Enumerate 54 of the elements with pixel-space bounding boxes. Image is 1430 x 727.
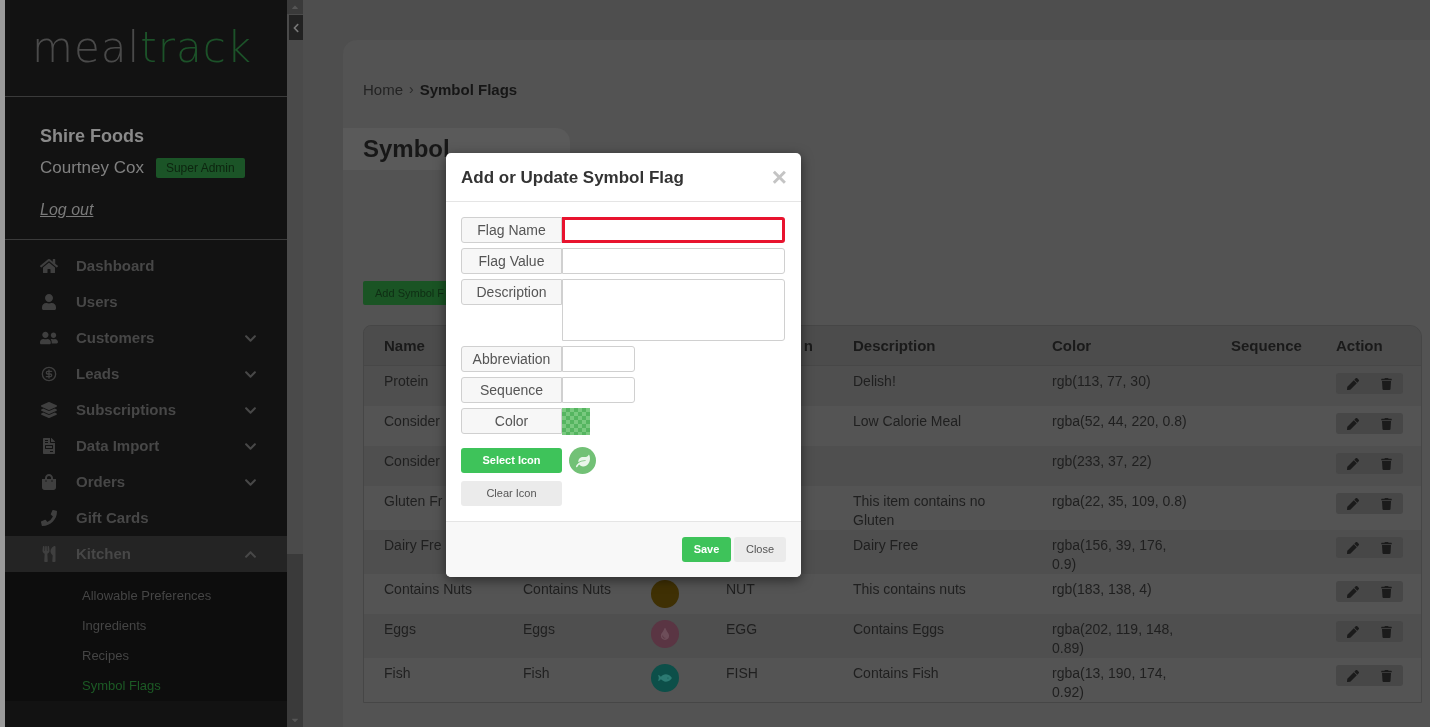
page-title: Symbol	[363, 134, 450, 164]
field-label: Description	[461, 279, 562, 305]
modal-title: Add or Update Symbol Flag	[461, 167, 685, 190]
select-icon-button[interactable]: Select Icon	[461, 448, 562, 473]
edit-icon[interactable]	[1347, 625, 1359, 638]
edit-icon[interactable]	[1347, 669, 1359, 682]
leaf-icon	[569, 447, 596, 474]
edit-icon[interactable]	[1347, 377, 1359, 390]
submenu-item[interactable]: Allowable Preferences	[82, 586, 212, 606]
delete-icon[interactable]	[1381, 417, 1392, 430]
breadcrumb-current: Symbol Flags	[419, 80, 518, 100]
submenu-item[interactable]: Ingredients	[82, 616, 147, 636]
user-icon	[40, 294, 58, 310]
edit-icon[interactable]	[1347, 497, 1359, 510]
layers-icon	[40, 402, 58, 418]
delete-icon[interactable]	[1381, 669, 1392, 682]
close-button[interactable]: Close	[734, 537, 786, 562]
bag-icon	[40, 474, 58, 490]
file-icon	[40, 438, 58, 454]
home-icon	[40, 258, 58, 274]
field-label: Color	[461, 408, 562, 434]
input-field[interactable]	[562, 217, 785, 243]
edit-icon[interactable]	[1347, 541, 1359, 554]
company-name: Shire Foods	[40, 125, 145, 147]
edit-icon[interactable]	[1347, 457, 1359, 470]
submenu-item[interactable]: Recipes	[82, 646, 129, 666]
field-label: Flag Name	[461, 217, 562, 243]
clear-icon-button[interactable]: Clear Icon	[461, 481, 562, 506]
save-button[interactable]: Save	[682, 537, 731, 562]
delete-icon[interactable]	[1381, 541, 1392, 554]
field-label: Sequence	[461, 377, 562, 403]
user-name: Courtney Cox	[40, 157, 144, 179]
edit-icon[interactable]	[1347, 585, 1359, 598]
submenu-item[interactable]: Symbol Flags	[82, 676, 161, 696]
delete-icon[interactable]	[1381, 377, 1392, 390]
edit-icon[interactable]	[1347, 417, 1359, 430]
logo: mealtrack	[32, 27, 253, 69]
delete-icon[interactable]	[1381, 625, 1392, 638]
scrollbar-thumb[interactable]	[287, 14, 303, 554]
collapse-button[interactable]	[289, 15, 303, 40]
chevron-left-icon	[292, 22, 300, 33]
delete-icon[interactable]	[1381, 457, 1392, 470]
delete-icon[interactable]	[1381, 585, 1392, 598]
users-icon	[40, 330, 58, 346]
textarea-field[interactable]	[562, 279, 785, 341]
breadcrumb-separator: ›	[409, 80, 414, 99]
phone-icon	[40, 510, 58, 526]
color-swatch[interactable]	[562, 408, 590, 435]
field-label: Abbreviation	[461, 346, 562, 372]
dollar-icon	[40, 366, 58, 382]
utensils-icon	[40, 546, 58, 562]
logout-link[interactable]: Log out	[40, 197, 94, 222]
delete-icon[interactable]	[1381, 497, 1392, 510]
field-label: Flag Value	[461, 248, 562, 274]
